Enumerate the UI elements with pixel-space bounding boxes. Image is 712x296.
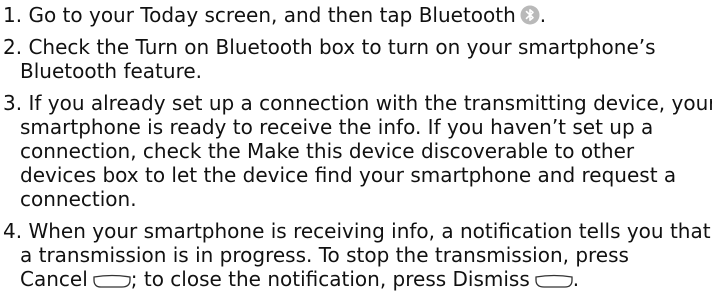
- step-2-text-1: Check the Turn on Bluetooth box to turn …: [28, 35, 656, 59]
- step-2-line-2: Bluetooth feature.: [20, 59, 203, 83]
- step-3-text-1: If you already set up a connection with …: [28, 91, 712, 115]
- step-3-line-1: 3. If you already set up a connection wi…: [3, 91, 712, 115]
- step-4-cancel-text: Cancel: [20, 267, 88, 291]
- step-4-number: 4.: [3, 219, 23, 243]
- step-4-line-1: 4. When your smartphone is receiving inf…: [3, 219, 711, 243]
- right-softkey-icon: [535, 269, 573, 293]
- instructions-document: 1. Go to your Today screen, and then tap…: [0, 0, 712, 296]
- step-3-line-3: connection, check the Make this device d…: [20, 139, 635, 163]
- step-1-text: Go to your Today screen, and then tap Bl…: [28, 3, 516, 27]
- step-1-line-1: 1. Go to your Today screen, and then tap…: [3, 3, 546, 30]
- step-4-dismiss-text: ; to close the notification, press Dismi…: [130, 267, 530, 291]
- step-4-text-1: When your smartphone is receiving info, …: [28, 219, 711, 243]
- bluetooth-icon: [520, 5, 540, 30]
- step-2-number: 2.: [3, 35, 23, 59]
- step-4-line-2: a transmission is in progress. To stop t…: [20, 243, 629, 267]
- step-3-number: 3.: [3, 91, 23, 115]
- step-3-line-5: connection.: [20, 187, 137, 211]
- step-3-line-4: devices box to let the device find your …: [20, 163, 677, 187]
- step-4-period: .: [572, 267, 580, 291]
- step-2-line-1: 2. Check the Turn on Bluetooth box to tu…: [3, 35, 656, 59]
- step-4-line-3: Cancel ; to close the notification, press…: [20, 267, 579, 293]
- step-1-number: 1.: [3, 3, 23, 27]
- left-softkey-icon: [93, 269, 131, 293]
- step-3-line-2: smartphone is ready to receive the info.…: [20, 115, 654, 139]
- step-1-period: .: [539, 3, 547, 27]
